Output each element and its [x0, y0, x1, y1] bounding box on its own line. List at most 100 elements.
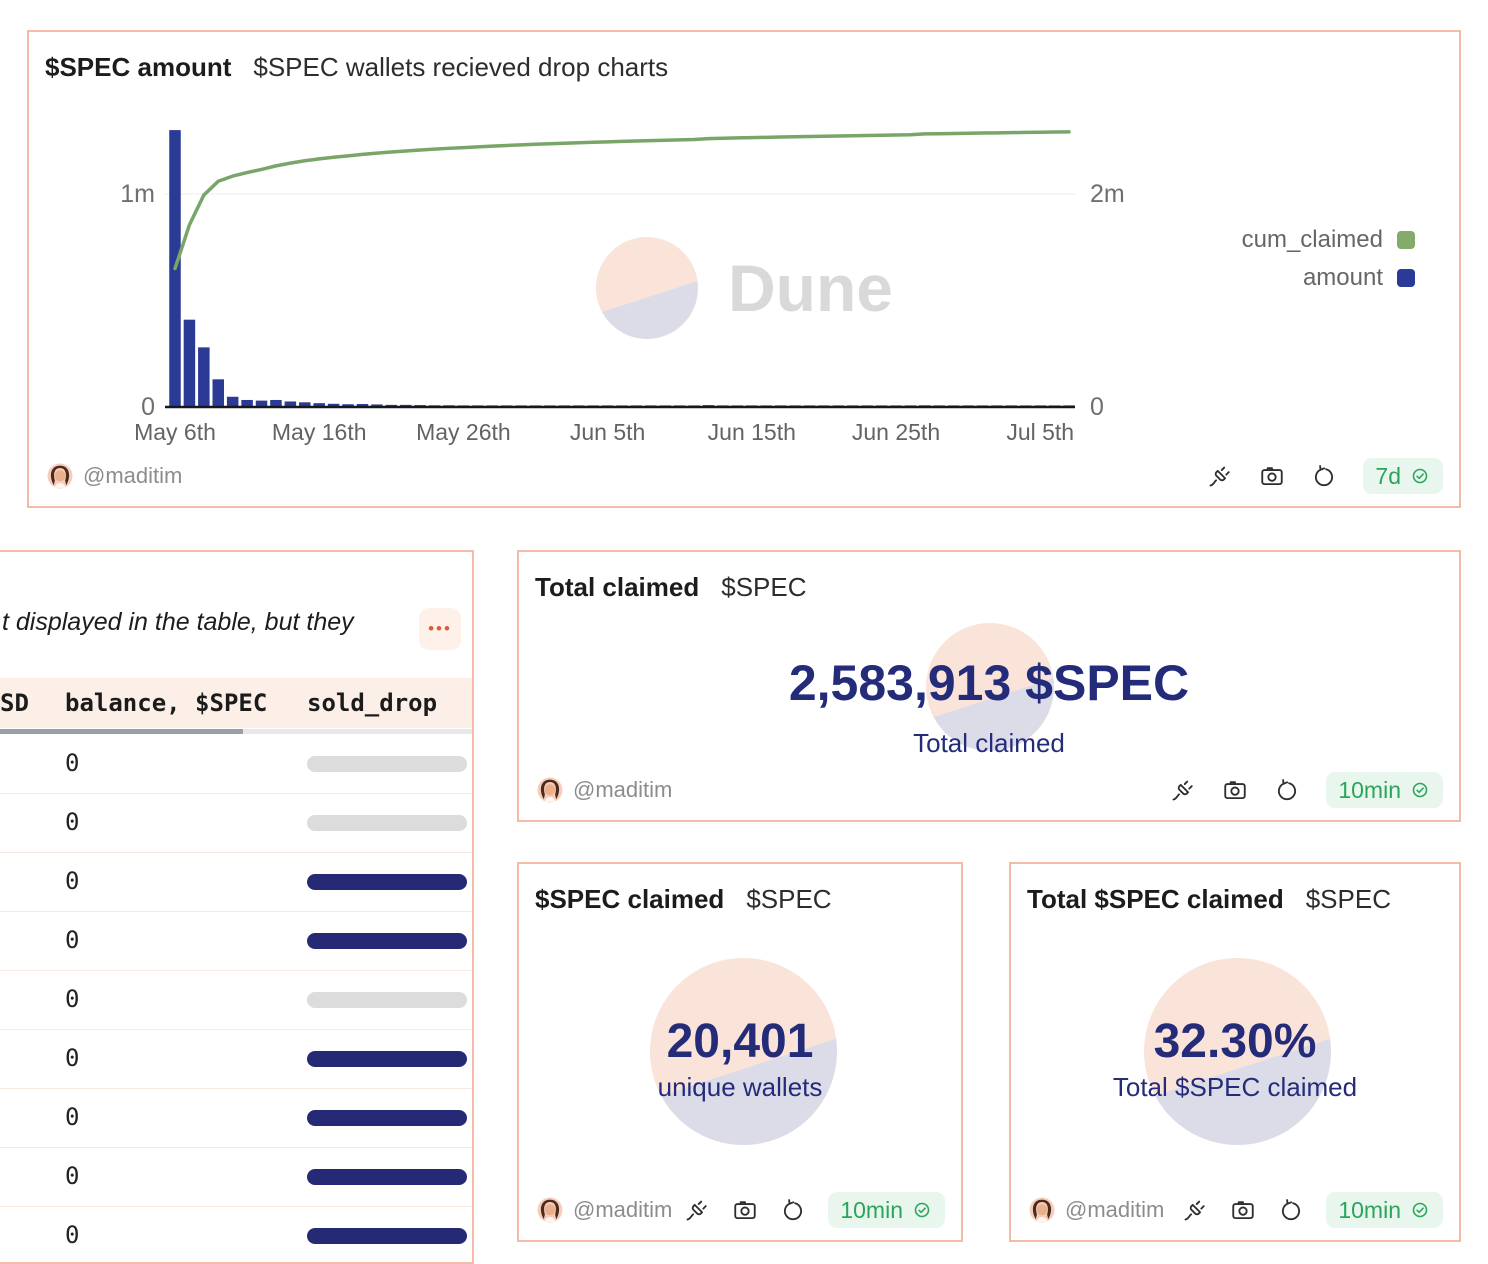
- author-link[interactable]: @maditim: [47, 463, 182, 489]
- horizontal-scrollbar[interactable]: [0, 729, 474, 734]
- author-link[interactable]: @maditim: [537, 777, 672, 803]
- column-header-sold-drop: sold_drop: [307, 678, 437, 728]
- rotate-ccw-icon[interactable]: [1274, 777, 1300, 803]
- balance-cell: 0: [65, 1162, 79, 1190]
- legend-label: cum_claimed: [1242, 226, 1383, 254]
- table-rows: 0 0 0 0 0 0 0 0 0: [0, 735, 474, 1264]
- legend-item-cum_claimed[interactable]: cum_claimed: [1242, 226, 1415, 254]
- camera-icon[interactable]: [1259, 463, 1285, 489]
- scrollbar-thumb[interactable]: [0, 729, 243, 734]
- plug-icon[interactable]: [1207, 463, 1233, 489]
- table-row: 0: [0, 735, 474, 794]
- chart-title: $SPEC amount: [45, 52, 231, 83]
- avatar-icon: [47, 463, 73, 489]
- chart-card: May 6thMay 16thMay 26thJun 5thJun 15thJu…: [27, 30, 1461, 508]
- column-header-balance: balance, $SPEC: [65, 678, 267, 728]
- table-row: 0: [0, 1089, 474, 1148]
- author-handle: @maditim: [573, 777, 672, 803]
- balance-cell: 0: [65, 808, 79, 836]
- verified-seal-icon: [911, 1199, 933, 1221]
- refresh-badge[interactable]: 10min: [1326, 772, 1443, 808]
- sold-drop-bar: [307, 756, 467, 772]
- table-row: 0: [0, 1207, 474, 1264]
- refresh-badge[interactable]: 10min: [1326, 1192, 1443, 1228]
- camera-icon[interactable]: [1222, 777, 1248, 803]
- table-row: 0: [0, 1030, 474, 1089]
- card-footer: @maditim 10min: [537, 770, 1443, 810]
- card-footer: @maditim 10min: [537, 1190, 945, 1230]
- balance-cell: 0: [65, 985, 79, 1013]
- chart-subtitle: $SPEC wallets recieved drop charts: [253, 52, 668, 83]
- svg-text:May 6th: May 6th: [134, 419, 216, 445]
- avatar-icon: [1029, 1197, 1055, 1223]
- dune-watermark: Dune: [596, 237, 893, 339]
- plug-icon[interactable]: [1170, 777, 1196, 803]
- svg-text:Jun 5th: Jun 5th: [570, 419, 645, 445]
- card-header: $SPEC claimed $SPEC: [535, 884, 832, 915]
- author-handle: @maditim: [1065, 1197, 1164, 1223]
- camera-icon[interactable]: [732, 1197, 758, 1223]
- card-header: Total claimed $SPEC: [535, 572, 807, 603]
- column-header-usd: SD: [0, 678, 29, 728]
- verified-seal-icon: [1409, 465, 1431, 487]
- counter-label: unique wallets: [519, 1072, 961, 1103]
- refresh-interval: 10min: [1338, 1197, 1401, 1224]
- refresh-badge[interactable]: 10min: [828, 1192, 945, 1228]
- camera-icon[interactable]: [1230, 1197, 1256, 1223]
- card-subtitle: $SPEC: [721, 572, 806, 603]
- author-handle: @maditim: [83, 463, 182, 489]
- sold-drop-bar: [307, 1110, 467, 1126]
- plug-icon[interactable]: [684, 1197, 710, 1223]
- legend-label: amount: [1303, 264, 1383, 292]
- balance-cell: 0: [65, 1103, 79, 1131]
- counter-value: 20,401: [519, 1014, 961, 1069]
- balance-cell: 0: [65, 1221, 79, 1249]
- balance-cell: 0: [65, 867, 79, 895]
- card-subtitle: $SPEC: [746, 884, 831, 915]
- table-note-text: t displayed in the table, but they: [2, 608, 354, 637]
- rotate-ccw-icon[interactable]: [780, 1197, 806, 1223]
- refresh-interval: 10min: [840, 1197, 903, 1224]
- table-row: 0: [0, 971, 474, 1030]
- card-subtitle: $SPEC: [1306, 884, 1391, 915]
- verified-seal-icon: [1409, 1199, 1431, 1221]
- table-row: 0: [0, 1148, 474, 1207]
- author-link[interactable]: @maditim: [1029, 1197, 1164, 1223]
- table-header-row: SD balance, $SPEC sold_drop: [0, 678, 474, 728]
- card-title: $SPEC claimed: [535, 884, 724, 915]
- svg-text:0: 0: [1090, 393, 1104, 421]
- plug-icon[interactable]: [1182, 1197, 1208, 1223]
- rotate-ccw-icon[interactable]: [1311, 463, 1337, 489]
- card-footer: @maditim 10min: [1029, 1190, 1443, 1230]
- legend-item-amount[interactable]: amount: [1242, 264, 1415, 292]
- refresh-interval: 10min: [1338, 777, 1401, 804]
- table-row: 0: [0, 853, 474, 912]
- more-options-button[interactable]: •••: [419, 608, 461, 650]
- avatar-icon: [537, 1197, 563, 1223]
- table-card: t displayed in the table, but they ••• S…: [0, 550, 474, 1264]
- table-row: 0: [0, 912, 474, 971]
- author-handle: @maditim: [573, 1197, 672, 1223]
- author-link[interactable]: @maditim: [537, 1197, 672, 1223]
- rotate-ccw-icon[interactable]: [1278, 1197, 1304, 1223]
- counter-label: Total $SPEC claimed: [1011, 1072, 1459, 1103]
- svg-text:1m: 1m: [120, 180, 155, 208]
- card-title: Total $SPEC claimed: [1027, 884, 1284, 915]
- svg-text:May 16th: May 16th: [272, 419, 367, 445]
- svg-text:Jul 5th: Jul 5th: [1006, 419, 1074, 445]
- sold-drop-bar: [307, 992, 467, 1008]
- counter-value: 32.30%: [1011, 1014, 1459, 1069]
- chart-card-footer: @maditim 7d: [47, 456, 1443, 496]
- spec-claimed-card: $SPEC claimed $SPEC 20,401 unique wallet…: [517, 862, 963, 1242]
- svg-text:Jun 25th: Jun 25th: [852, 419, 940, 445]
- svg-text:May 26th: May 26th: [416, 419, 511, 445]
- balance-cell: 0: [65, 1044, 79, 1072]
- svg-text:0: 0: [141, 393, 155, 421]
- sold-drop-bar: [307, 1228, 467, 1244]
- refresh-badge[interactable]: 7d: [1363, 458, 1443, 494]
- sold-drop-bar: [307, 1169, 467, 1185]
- dune-watermark-text: Dune: [728, 250, 893, 326]
- svg-text:2m: 2m: [1090, 180, 1125, 208]
- total-claimed-card: Total claimed $SPEC 2,583,913 $SPEC Tota…: [517, 550, 1461, 822]
- counter-label: Total claimed: [519, 728, 1459, 759]
